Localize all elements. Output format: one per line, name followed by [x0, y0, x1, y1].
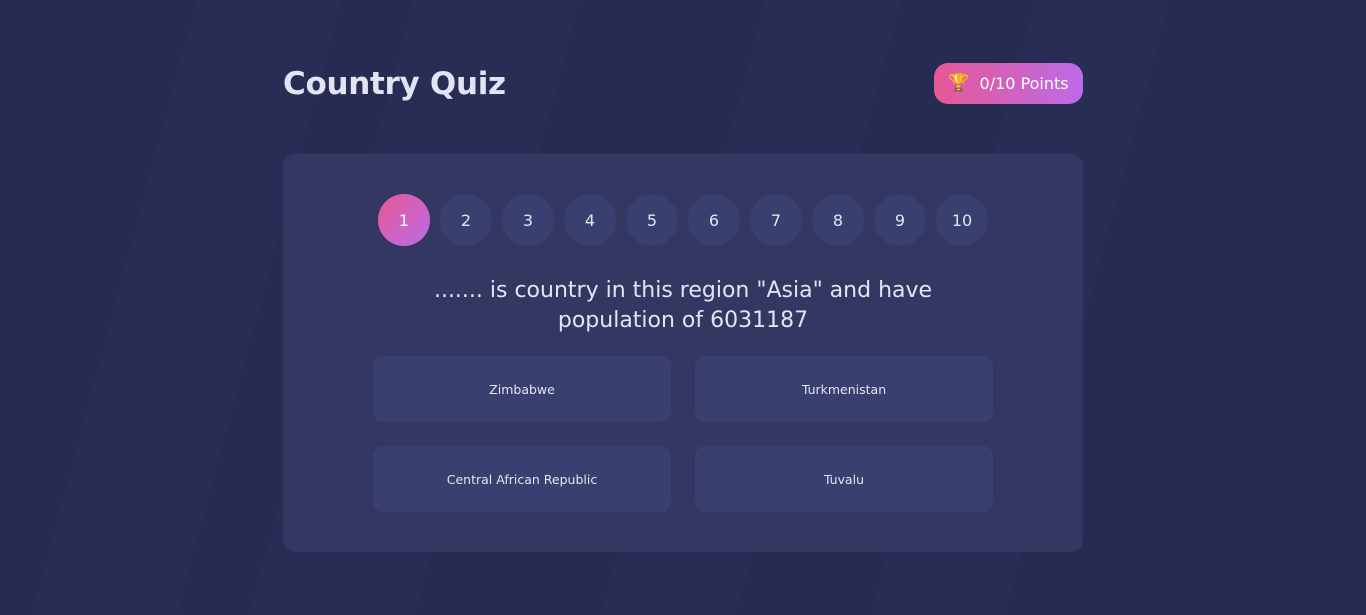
step-1[interactable]: 1 — [378, 194, 430, 246]
step-6[interactable]: 6 — [688, 194, 740, 246]
points-badge: 🏆 0/10 Points — [934, 63, 1083, 104]
step-3[interactable]: 3 — [502, 194, 554, 246]
step-10[interactable]: 10 — [936, 194, 988, 246]
question-steps: 1 2 3 4 5 6 7 8 9 10 — [378, 194, 988, 246]
step-9[interactable]: 9 — [874, 194, 926, 246]
step-2[interactable]: 2 — [440, 194, 492, 246]
step-4[interactable]: 4 — [564, 194, 616, 246]
points-label: 0/10 Points — [979, 74, 1069, 93]
quiz-card: 1 2 3 4 5 6 7 8 9 10 ....... is country … — [283, 154, 1083, 552]
step-5[interactable]: 5 — [626, 194, 678, 246]
question-text: ....... is country in this region "Asia"… — [433, 278, 933, 333]
answer-option[interactable]: Zimbabwe — [373, 356, 671, 422]
step-8[interactable]: 8 — [812, 194, 864, 246]
step-7[interactable]: 7 — [750, 194, 802, 246]
page-title: Country Quiz — [283, 66, 506, 102]
trophy-icon: 🏆 — [948, 73, 970, 93]
answer-option[interactable]: Turkmenistan — [695, 356, 993, 422]
answer-option[interactable]: Tuvalu — [695, 446, 993, 512]
answer-option[interactable]: Central African Republic — [373, 446, 671, 512]
